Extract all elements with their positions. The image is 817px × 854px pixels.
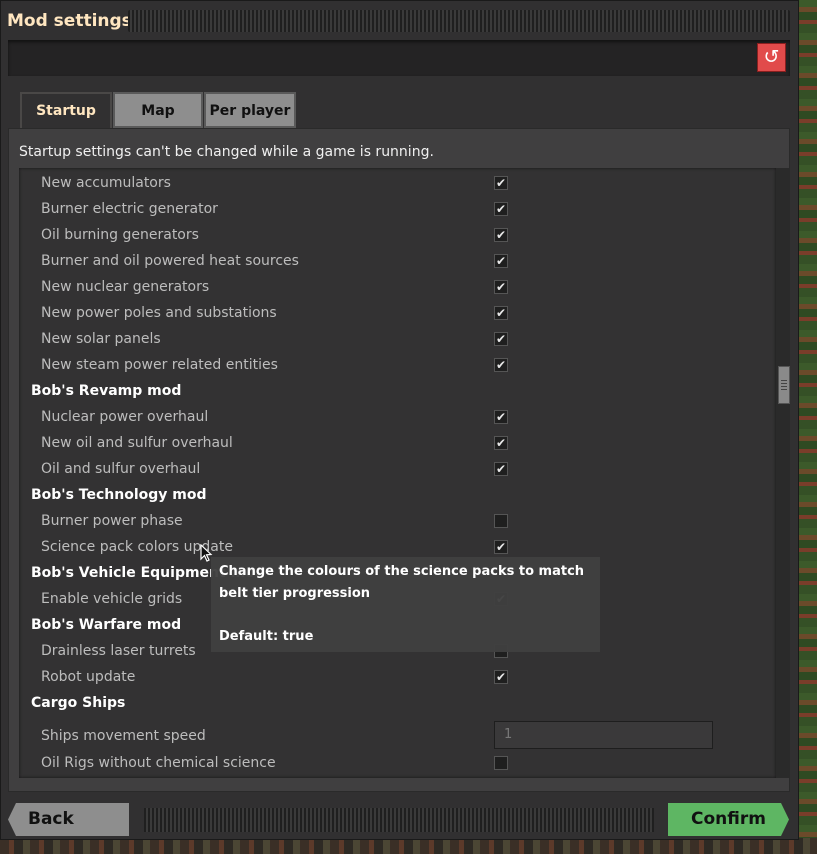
setting-label: Burner power phase	[41, 513, 183, 529]
section-header: Bob's Technology mod	[19, 482, 776, 508]
setting-label: Drainless laser turrets	[41, 643, 196, 659]
setting-row: New solar panels ✔	[19, 326, 776, 352]
setting-label: Enable vehicle grids	[41, 591, 183, 607]
reset-icon[interactable]: ↺	[757, 43, 786, 72]
setting-checkbox[interactable]: ✔	[494, 306, 508, 320]
setting-row: Burner electric generator ✔	[19, 196, 776, 222]
setting-label: Nuclear power overhaul	[41, 409, 209, 425]
mouse-cursor-icon	[200, 544, 213, 562]
back-button-label: Back	[28, 809, 74, 829]
setting-row: New steam power related entities ✔	[19, 352, 776, 378]
setting-checkbox[interactable]: ✔	[494, 332, 508, 346]
setting-label: New oil and sulfur overhaul	[41, 435, 233, 451]
tab-per-player[interactable]: Per player	[204, 92, 296, 128]
setting-row: New power poles and substations ✔	[19, 300, 776, 326]
setting-label: New power poles and substations	[41, 305, 277, 321]
section-title: Cargo Ships	[31, 695, 126, 711]
setting-label: New accumulators	[41, 175, 171, 191]
setting-checkbox[interactable]: ✔	[494, 410, 508, 424]
setting-label: Burner electric generator	[41, 201, 218, 217]
setting-checkbox[interactable]: ✔	[494, 280, 508, 294]
setting-checkbox[interactable]: ✔	[494, 176, 508, 190]
setting-row: Nuclear power overhaul ✔	[19, 404, 776, 430]
grip-icon	[781, 380, 787, 390]
setting-label: Oil Rigs without chemical science	[41, 755, 276, 771]
number-field[interactable]: 1	[494, 721, 713, 749]
settings-list: New accumulators ✔ Burner electric generat…	[19, 168, 776, 778]
footer-drag-handle	[144, 808, 654, 832]
setting-row: Robot update ✔	[19, 664, 776, 690]
setting-row: New nuclear generators ✔	[19, 274, 776, 300]
scrollbar-track[interactable]	[776, 168, 790, 778]
setting-checkbox[interactable]: ✔	[494, 358, 508, 372]
back-button[interactable]: Back	[8, 803, 129, 836]
confirm-button[interactable]: Confirm	[668, 803, 789, 836]
setting-checkbox[interactable]: ✔	[494, 462, 508, 476]
window-title: Mod settings	[7, 11, 132, 31]
tooltip: Change the colours of the science packs …	[211, 557, 600, 652]
setting-row: Oil burning generators ✔	[19, 222, 776, 248]
setting-row: Ships movement speed 1	[19, 720, 776, 754]
setting-row: Oil and sulfur overhaul ✔	[19, 456, 776, 482]
top-toolbar	[8, 40, 790, 76]
setting-checkbox[interactable]: ✔	[494, 254, 508, 268]
setting-checkbox[interactable]: ✔	[494, 436, 508, 450]
setting-label: Ships movement speed	[41, 728, 206, 744]
tab-startup[interactable]: Startup	[20, 92, 112, 128]
setting-row: Burner and oil powered heat sources ✔	[19, 248, 776, 274]
setting-checkbox[interactable]	[494, 514, 508, 528]
setting-checkbox[interactable]: ✔	[494, 228, 508, 242]
setting-label: Oil burning generators	[41, 227, 199, 243]
setting-checkbox[interactable]	[494, 756, 508, 770]
window-drag-handle[interactable]	[128, 10, 790, 32]
tooltip-description: Change the colours of the science packs …	[219, 564, 585, 601]
setting-row: Burner power phase	[19, 508, 776, 534]
section-header: Bob's Revamp mod	[19, 378, 776, 404]
game-world-background-bottom	[0, 838, 817, 854]
setting-checkbox[interactable]: ✔	[494, 202, 508, 216]
tooltip-default: Default: true	[219, 629, 314, 644]
setting-row: Oil Rigs without chemical science	[19, 750, 776, 776]
setting-label: New nuclear generators	[41, 279, 210, 295]
section-title: Bob's Warfare mod	[31, 617, 182, 633]
setting-label: Oil and sulfur overhaul	[41, 461, 201, 477]
game-world-background	[799, 0, 817, 854]
tab-map[interactable]: Map	[113, 92, 203, 128]
section-header: Cargo Ships	[19, 690, 776, 716]
setting-row: New oil and sulfur overhaul ✔	[19, 430, 776, 456]
scrollbar-thumb[interactable]	[778, 366, 790, 404]
section-title: Bob's Technology mod	[31, 487, 207, 503]
startup-notice: Startup settings can't be changed while …	[19, 144, 434, 160]
section-title: Bob's Revamp mod	[31, 383, 182, 399]
setting-label: New steam power related entities	[41, 357, 278, 373]
setting-label: Burner and oil powered heat sources	[41, 253, 299, 269]
setting-label: Robot update	[41, 669, 136, 685]
setting-label: New solar panels	[41, 331, 161, 347]
setting-checkbox[interactable]: ✔	[494, 670, 508, 684]
setting-checkbox[interactable]: ✔	[494, 540, 508, 554]
setting-row: New accumulators ✔	[19, 170, 776, 196]
